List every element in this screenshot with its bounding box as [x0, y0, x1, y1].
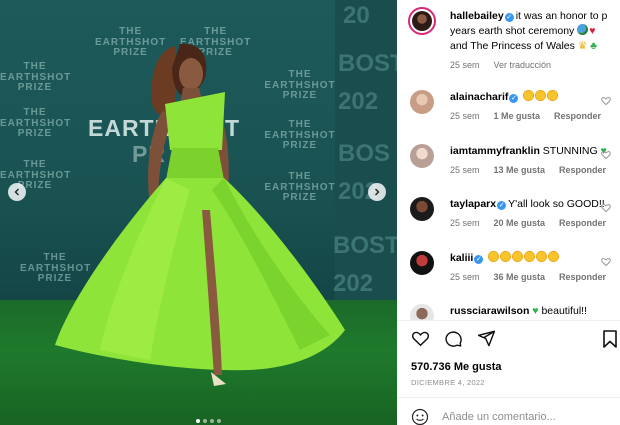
heart-eyes-emoji-icon	[488, 251, 500, 262]
comment-username[interactable]: iamtammyfranklin	[450, 145, 540, 157]
caption-text-line2: years earth shot ceremony	[450, 25, 575, 37]
clover-emoji-icon: ♣	[590, 40, 598, 52]
like-heart-icon[interactable]	[411, 329, 430, 348]
share-icon[interactable]	[477, 329, 496, 348]
verified-icon: ✓	[504, 13, 514, 22]
person-in-green-gown	[55, 43, 345, 386]
comment-time[interactable]: 25 sem	[450, 272, 480, 282]
comment-text: beautiful!!	[541, 305, 587, 317]
previous-image-button[interactable]	[8, 183, 26, 201]
avatar[interactable]	[410, 304, 434, 320]
heart-eyes-emoji-icon	[512, 251, 524, 262]
globe-emoji-icon	[577, 24, 589, 35]
comment-time[interactable]: 25 sem	[450, 165, 480, 175]
comment-likes[interactable]: 36 Me gusta	[494, 272, 546, 282]
avatar[interactable]	[408, 7, 436, 35]
avatar[interactable]	[410, 144, 434, 168]
verified-icon: ✓	[474, 255, 484, 264]
heart-eyes-emoji-icon	[547, 90, 559, 101]
comment-username[interactable]: alainacharif	[450, 91, 508, 103]
comment-username[interactable]: russciarawilson	[450, 305, 529, 317]
chevron-left-icon	[14, 188, 19, 196]
like-comment-icon[interactable]	[601, 257, 611, 267]
post-actions	[411, 329, 496, 348]
heart-eyes-emoji-icon	[536, 251, 548, 262]
comment-likes[interactable]: 13 Me gusta	[494, 165, 546, 175]
comment-likes[interactable]: 20 Me gusta	[494, 218, 546, 228]
comment-username[interactable]: kaliii	[450, 252, 473, 264]
comment-username[interactable]: taylaparx	[450, 198, 496, 210]
like-comment-icon[interactable]	[601, 150, 611, 160]
avatar[interactable]	[410, 197, 434, 221]
crown-emoji-icon: ♛	[577, 40, 588, 52]
heart-eyes-emoji-icon	[548, 251, 560, 262]
like-comment-icon[interactable]	[601, 96, 611, 106]
heart-eyes-emoji-icon	[535, 90, 547, 101]
like-comment-icon[interactable]	[601, 203, 611, 213]
reply-button[interactable]: Responder	[554, 111, 601, 121]
heart-eyes-emoji-icon	[524, 251, 536, 262]
caption-text-line3: and The Princess of Wales	[450, 40, 575, 52]
green-heart-emoji-icon: ♥	[532, 305, 539, 317]
bookmark-icon[interactable]	[603, 330, 617, 348]
comment-time[interactable]: 25 sem	[450, 218, 480, 228]
comment-time[interactable]: 25 sem	[450, 111, 480, 121]
divider	[397, 320, 620, 321]
translate-link[interactable]: Ver traducción	[494, 60, 552, 70]
carousel-indicator	[196, 419, 221, 423]
post-date: DICIEMBRE 4, 2022	[411, 378, 485, 387]
caption-text: it was an honor to p	[515, 10, 608, 22]
emoji-picker-icon[interactable]	[411, 408, 429, 425]
avatar[interactable]	[410, 90, 434, 114]
reply-button[interactable]: Responder	[559, 272, 606, 282]
comment-likes[interactable]: 1 Me gusta	[494, 111, 541, 121]
verified-icon: ✓	[509, 94, 519, 103]
verified-icon: ✓	[497, 201, 507, 210]
post-image[interactable]: THE EARTHSHOT PRIZE THE EARTHSHOT PRIZE THE E…	[0, 0, 397, 425]
chevron-right-icon	[375, 188, 380, 196]
heart-eyes-emoji-icon	[523, 90, 535, 101]
post-sidebar: hallebailey ✓ it was an honor to p years e…	[397, 0, 620, 425]
avatar[interactable]	[410, 251, 434, 275]
comment-icon[interactable]	[444, 329, 463, 348]
comment-text: Y'all look so GOOD!!	[508, 198, 605, 210]
comment-text: STUNNING	[542, 145, 598, 157]
heart-eyes-emoji-icon	[500, 251, 512, 262]
likes-count[interactable]: 570.736 Me gusta	[411, 361, 502, 373]
divider	[397, 397, 620, 398]
caption-time[interactable]: 25 sem	[450, 60, 480, 70]
heart-emoji-icon: ♥	[589, 25, 596, 37]
next-image-button[interactable]	[368, 183, 386, 201]
caption-username[interactable]: hallebailey	[450, 10, 504, 22]
comments-list: hallebailey ✓ it was an honor to p years e…	[397, 0, 620, 320]
reply-button[interactable]: Responder	[559, 165, 606, 175]
reply-button[interactable]: Responder	[559, 218, 606, 228]
add-comment-bar[interactable]: Añade un comentario...	[411, 408, 556, 425]
add-comment-input[interactable]: Añade un comentario...	[442, 411, 556, 423]
